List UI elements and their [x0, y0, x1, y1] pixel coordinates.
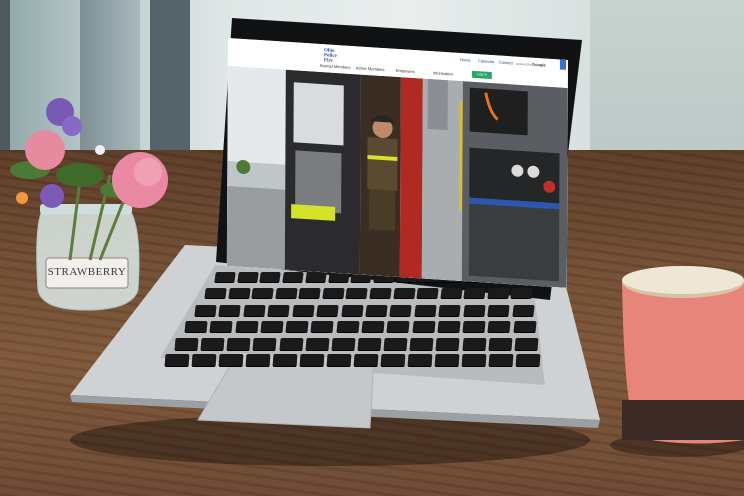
- coffee-mug: [610, 266, 744, 457]
- photo-scene: Ohio Police Fire Home Calendar Contact p…: [0, 0, 744, 496]
